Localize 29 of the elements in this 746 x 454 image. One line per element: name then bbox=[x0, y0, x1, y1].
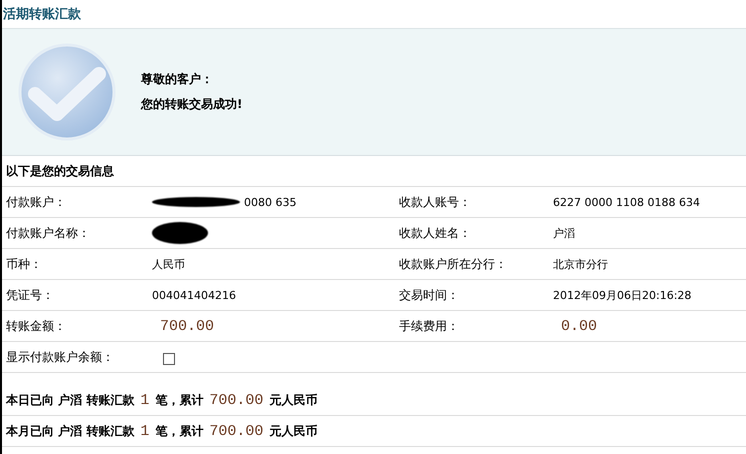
field-label: 收款账户所在分行： bbox=[399, 256, 508, 272]
success-message: 您的转账交易成功! bbox=[141, 96, 242, 113]
field-label: 交易时间： bbox=[399, 286, 460, 304]
summary-text: 本月已向 户滔 转账汇款 1 笔，累计 700.00 元人民币 bbox=[6, 422, 318, 440]
field-value: 2012年09月06日20:16:28 bbox=[553, 288, 692, 302]
summary-text: 本日已向 户滔 转账汇款 1 笔，累计 700.00 元人民币 bbox=[6, 392, 318, 409]
field-value: 0.00 bbox=[561, 318, 598, 334]
field-label: 手续费用： bbox=[399, 318, 460, 334]
section-title: 以下是您的交易信息 bbox=[6, 162, 114, 180]
field-value: 6227 0000 1108 0188 634 bbox=[553, 196, 700, 209]
field-label: 转账金额： bbox=[5, 318, 67, 334]
field-value: 0080 635 bbox=[244, 196, 296, 208]
field-value: 700.00 bbox=[160, 318, 214, 334]
greeting-text: 尊敬的客户： bbox=[141, 71, 214, 88]
checkbox[interactable] bbox=[163, 353, 175, 365]
field-label: 显示付款账户余额： bbox=[5, 348, 115, 366]
field-value: 004041404216 bbox=[152, 288, 236, 302]
field-label: 付款账户： bbox=[5, 194, 67, 210]
page-title: 活期转账汇款 bbox=[2, 6, 81, 23]
field-label: 收款人姓名： bbox=[399, 224, 472, 242]
field-label: 币种： bbox=[5, 256, 43, 272]
field-label: 凭证号： bbox=[5, 286, 55, 304]
field-label: 收款人账号： bbox=[399, 194, 472, 210]
field-value: 人民币 bbox=[152, 256, 185, 272]
field-value: 户滔 bbox=[553, 226, 575, 240]
field-value: 北京市分行 bbox=[553, 258, 608, 270]
field-label: 付款账户名称： bbox=[5, 224, 91, 242]
checkmark-icon bbox=[17, 42, 117, 142]
redaction-mark bbox=[152, 222, 208, 244]
